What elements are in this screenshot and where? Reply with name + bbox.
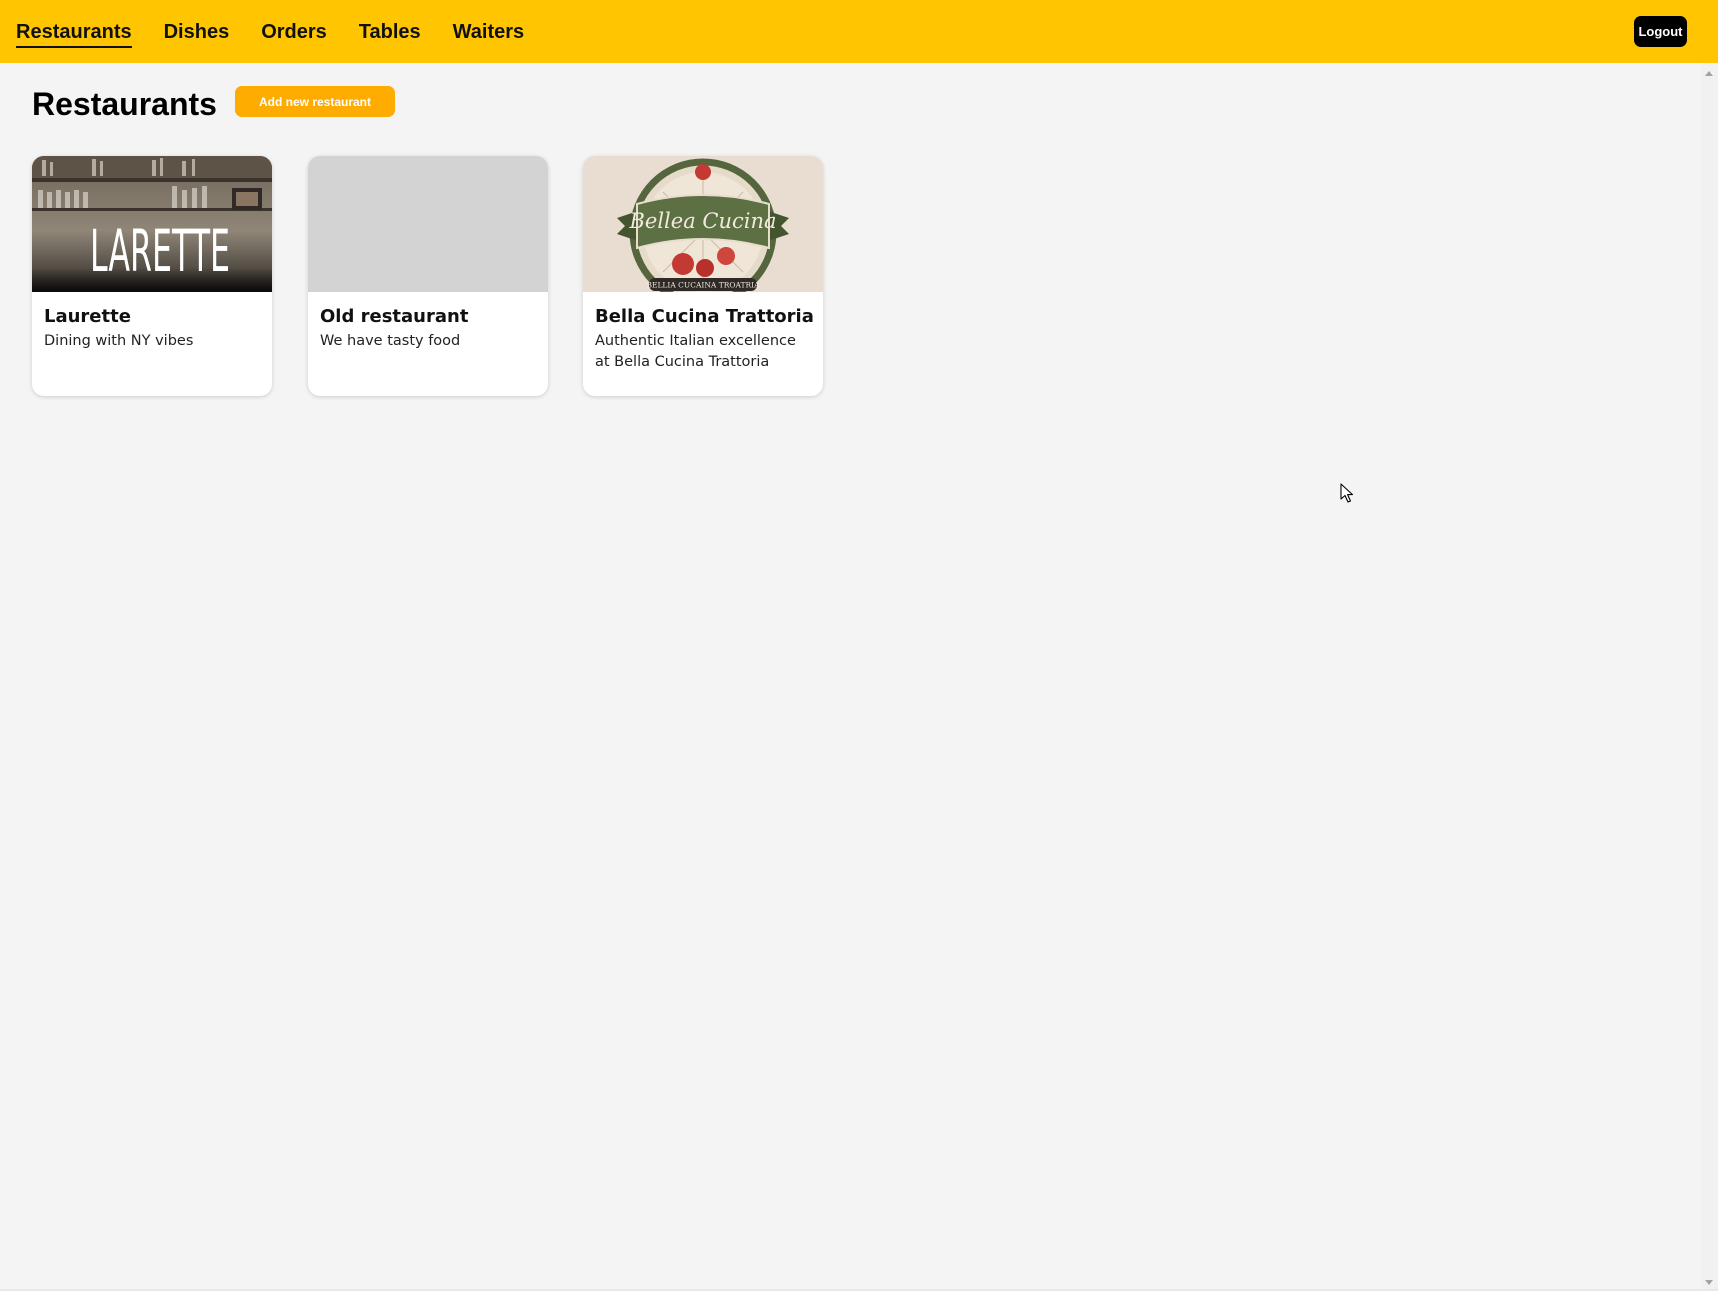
restaurant-photo: LARETTE [32,156,272,292]
restaurant-description: Dining with NY vibes [44,333,194,349]
nav-item-orders[interactable]: Orders [261,16,327,48]
scroll-up-arrow-icon[interactable] [1705,71,1713,76]
main-nav: Restaurants Dishes Orders Tables Waiters [16,0,524,63]
svg-text:Bellea Cucina: Bellea Cucina [628,209,776,233]
svg-text:BELLIA CUCAINA TROATRIA: BELLIA CUCAINA TROATRIA [646,281,760,290]
scroll-down-arrow-icon[interactable] [1705,1280,1713,1285]
nav-item-restaurants[interactable]: Restaurants [16,16,132,48]
mouse-cursor-icon [1340,483,1354,503]
restaurant-card-old-restaurant[interactable]: Old restaurant We have tasty food [308,156,548,396]
svg-text:LARETTE: LARETTE [90,217,230,285]
top-navigation-bar: Restaurants Dishes Orders Tables Waiters… [0,0,1718,63]
restaurant-card-laurette[interactable]: LARETTE Laurette Dining with NY vibes [32,156,272,396]
restaurant-logo: Bellea Cucina BELLIA CUCAINA TROATRIA [583,156,823,292]
page-title: Restaurants [32,86,217,122]
restaurant-description: Authentic Italian excellence at Bella Cu… [595,333,796,370]
vertical-scrollbar[interactable] [1701,63,1718,1291]
restaurant-card-bella-cucina-trattoria[interactable]: Bellea Cucina BELLIA CUCAINA TROATRIA Be… [583,156,823,396]
logout-button[interactable]: Logout [1634,16,1687,47]
nav-item-dishes[interactable]: Dishes [164,16,230,48]
restaurant-name: Old restaurant [320,306,469,327]
nav-item-tables[interactable]: Tables [359,16,421,48]
restaurant-name: Bella Cucina Trattoria [595,306,814,327]
restaurant-name: Laurette [44,306,131,327]
add-restaurant-button[interactable]: Add new restaurant [235,86,395,117]
restaurant-description: We have tasty food [320,333,461,349]
nav-item-waiters[interactable]: Waiters [453,16,525,48]
image-placeholder [308,156,548,292]
